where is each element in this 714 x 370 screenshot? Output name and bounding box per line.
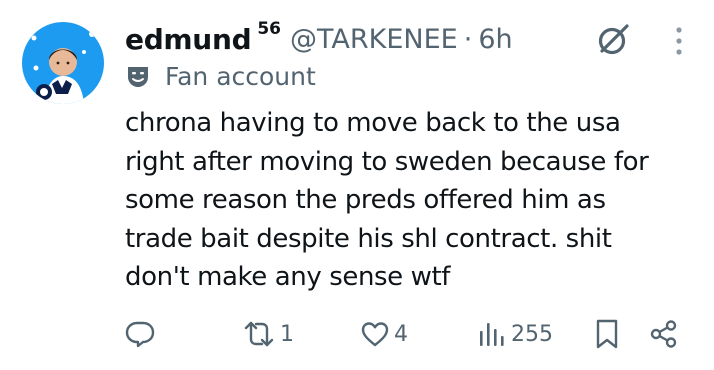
tweet-text-line: some reason the preds offered him as xyxy=(125,185,606,215)
repost-count: 1 xyxy=(280,321,294,347)
name-superscript: 56 xyxy=(257,19,281,39)
tweet-actions: 1 4 255 xyxy=(0,314,714,354)
tweet-text: chrona having to move back to the usa ri… xyxy=(125,104,700,297)
repost-icon xyxy=(242,319,276,349)
separator-dot: · xyxy=(463,23,473,55)
theater-mask-icon xyxy=(125,63,151,89)
repost-button[interactable]: 1 xyxy=(242,314,294,354)
timestamp[interactable]: 6h xyxy=(478,24,512,55)
user-handle[interactable]: @TARKENEE xyxy=(290,24,458,55)
reply-button[interactable] xyxy=(125,314,155,354)
avatar[interactable] xyxy=(22,22,104,104)
share-button[interactable] xyxy=(649,314,679,354)
tweet-text-line: trade bait despite his shl contract. shi… xyxy=(125,223,612,254)
reply-icon xyxy=(125,319,155,349)
views-button[interactable]: 255 xyxy=(477,314,553,354)
tweet-text-line: don't make any sense wtf xyxy=(125,262,451,292)
like-count: 4 xyxy=(394,321,408,347)
display-name[interactable]: edmund xyxy=(125,23,252,56)
tweet-header: edmund 56 @TARKENEE · 6h xyxy=(125,18,513,60)
account-label-text: Fan account xyxy=(165,61,316,91)
tweet-text-line: right after moving to sweden because for xyxy=(125,146,649,177)
bookmark-icon xyxy=(593,318,621,350)
account-label: Fan account xyxy=(125,58,316,94)
views-count: 255 xyxy=(511,321,553,347)
tweet-text-line: chrona having to move back to the usa xyxy=(125,108,621,138)
more-options-icon[interactable] xyxy=(669,24,689,58)
heart-icon xyxy=(360,319,390,349)
like-button[interactable]: 4 xyxy=(360,314,408,354)
views-icon xyxy=(477,319,507,349)
share-icon xyxy=(649,319,679,349)
bookmark-button[interactable] xyxy=(593,314,621,354)
grok-icon[interactable] xyxy=(594,21,632,59)
